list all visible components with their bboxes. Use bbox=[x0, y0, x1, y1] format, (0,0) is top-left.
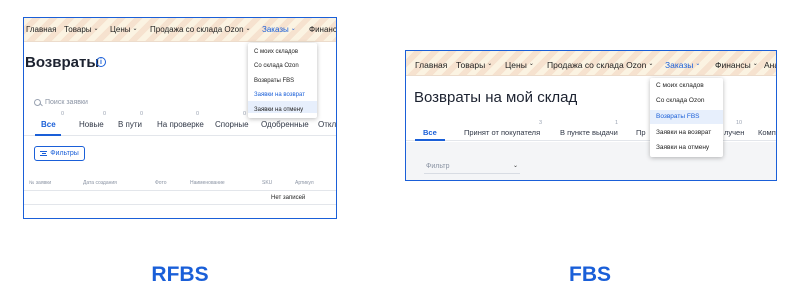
search-input[interactable]: Поиск заявки bbox=[34, 95, 174, 109]
table-header: № заявки Дата создания Фото Наименование… bbox=[24, 178, 336, 191]
caption-rfbs: RFBS bbox=[151, 263, 209, 286]
nav-prices[interactable]: Цены ⌄ bbox=[505, 60, 534, 70]
nav-label: Финансы bbox=[715, 60, 751, 70]
nav-label: Товары bbox=[456, 60, 486, 70]
nav-orders[interactable]: Заказы ⌄ bbox=[665, 60, 700, 70]
tab-accepted-from-buyer[interactable]: Принят от покупателя bbox=[464, 128, 540, 137]
empty-state-text: Нет записей bbox=[271, 195, 306, 201]
chevron-down-icon: ⌄ bbox=[512, 162, 518, 169]
tab-approved[interactable]: Одобренные bbox=[261, 120, 309, 129]
tab-count: 3 bbox=[539, 120, 543, 126]
nav-ozon-warehouse[interactable]: Продажа со склада Ozon ⌄ bbox=[150, 25, 251, 34]
tab-count: 0 bbox=[243, 111, 247, 117]
tab-disputed[interactable]: Спорные bbox=[215, 120, 249, 129]
nav-label: Цены bbox=[110, 25, 131, 34]
active-tab-indicator bbox=[35, 134, 61, 136]
nav-label: Цены bbox=[505, 60, 527, 70]
filter-label: Фильтр bbox=[426, 163, 450, 170]
caption-fbs: FBS bbox=[569, 263, 611, 286]
menu-item-fbs-returns[interactable]: Возвраты FBS bbox=[656, 113, 700, 120]
nav-label: Товары bbox=[64, 25, 92, 34]
tab-count: 0 bbox=[103, 111, 107, 117]
rfbs-screenshot-panel: Главная Товары ⌄ Цены ⌄ Продажа со склада … bbox=[23, 17, 337, 219]
active-tab-indicator bbox=[415, 139, 445, 141]
nav-ozon-warehouse[interactable]: Продажа со склада Ozon ⌄ bbox=[547, 60, 653, 70]
column-header: Артикул bbox=[295, 180, 314, 186]
nav-finance[interactable]: Финансы ⌄ bbox=[715, 60, 758, 70]
menu-item-cancel-requests[interactable]: Заявки на отмену bbox=[254, 107, 303, 113]
orders-dropdown-menu: С моих складов Со склада Ozon Возвраты F… bbox=[650, 78, 723, 157]
chevron-down-icon: ⌄ bbox=[487, 61, 493, 67]
column-header: Фото bbox=[155, 180, 167, 186]
nav-main[interactable]: Главная bbox=[415, 60, 447, 70]
nav-label: Продажа со склада Ozon bbox=[547, 60, 647, 70]
nav-finance[interactable]: Финансы bbox=[309, 25, 336, 34]
nav-label: Главная bbox=[26, 25, 57, 34]
nav-prices[interactable]: Цены ⌄ bbox=[110, 25, 138, 34]
chevron-down-icon: ⌄ bbox=[752, 61, 758, 67]
menu-item-cancel-requests[interactable]: Заявки на отмену bbox=[656, 144, 709, 151]
tab-rejected[interactable]: Откл bbox=[318, 120, 336, 129]
menu-item-my-warehouses[interactable]: С моих складов bbox=[254, 49, 298, 55]
nav-analytics[interactable]: Ана bbox=[764, 60, 776, 70]
tab-received[interactable]: лучен bbox=[724, 128, 744, 137]
chevron-down-icon: ⌄ bbox=[695, 61, 701, 67]
nav-orders[interactable]: Заказы ⌄ bbox=[262, 25, 296, 34]
tab-received-partial[interactable]: Пр bbox=[636, 128, 646, 137]
nav-label: Заказы bbox=[665, 60, 694, 70]
menu-item-ozon-warehouse[interactable]: Со склада Ozon bbox=[254, 63, 299, 69]
column-header: № заявки bbox=[29, 180, 52, 186]
tab-all[interactable]: Все bbox=[423, 128, 437, 137]
search-placeholder: Поиск заявки bbox=[45, 98, 88, 106]
menu-item-fbs-returns[interactable]: Возвраты FBS bbox=[254, 78, 294, 84]
chevron-down-icon: ⌄ bbox=[648, 61, 654, 67]
tab-count: 0 bbox=[140, 111, 144, 117]
column-header: Дата создания bbox=[83, 180, 117, 186]
nav-products[interactable]: Товары ⌄ bbox=[64, 25, 99, 34]
menu-item-return-requests[interactable]: Заявки на возврат bbox=[656, 129, 711, 136]
column-header: Наименование bbox=[190, 180, 225, 186]
chevron-down-icon: ⌄ bbox=[132, 25, 138, 32]
chevron-down-icon: ⌄ bbox=[528, 61, 534, 67]
tab-count: 1 bbox=[615, 120, 619, 126]
info-icon[interactable]: i bbox=[96, 57, 106, 67]
top-navigation: Главная Товары ⌄ Цены ⌄ Продажа со склада … bbox=[406, 51, 776, 76]
nav-label: Продажа со склада Ozon bbox=[150, 25, 244, 34]
filters-label: Фильтры bbox=[50, 150, 79, 157]
column-header: SKU bbox=[262, 180, 273, 186]
chevron-down-icon: ⌄ bbox=[290, 25, 296, 32]
filter-icon bbox=[40, 151, 48, 156]
tab-new[interactable]: Новые bbox=[79, 120, 104, 129]
nav-label: Главная bbox=[415, 60, 448, 70]
filters-button[interactable]: Фильтры bbox=[34, 146, 85, 161]
nav-main[interactable]: Главная bbox=[26, 25, 56, 34]
tab-on-review[interactable]: На проверке bbox=[157, 120, 204, 129]
nav-label: Заказы bbox=[262, 25, 289, 34]
tab-in-transit[interactable]: В пути bbox=[118, 120, 142, 129]
chevron-down-icon: ⌄ bbox=[93, 25, 99, 32]
table-row: Нет записей bbox=[24, 191, 336, 205]
tab-compensated[interactable]: Компен bbox=[758, 128, 776, 137]
tab-all[interactable]: Все bbox=[41, 120, 56, 129]
tab-count: 10 bbox=[736, 120, 743, 126]
nav-label: Финансы bbox=[309, 25, 336, 34]
tab-count: 0 bbox=[196, 111, 200, 117]
page-title: Возвраты bbox=[25, 54, 100, 71]
menu-item-return-requests[interactable]: Заявки на возврат bbox=[254, 92, 305, 98]
search-icon bbox=[34, 98, 41, 106]
menu-item-my-warehouses[interactable]: С моих складов bbox=[656, 82, 704, 89]
orders-dropdown-menu: С моих складов Со склада Ozon Возвраты F… bbox=[248, 43, 317, 118]
nav-label: Ана bbox=[764, 60, 776, 70]
nav-products[interactable]: Товары ⌄ bbox=[456, 60, 492, 70]
top-navigation: Главная Товары ⌄ Цены ⌄ Продажа со склада … bbox=[24, 18, 336, 42]
chevron-down-icon: ⌄ bbox=[245, 25, 251, 32]
tab-count: 0 bbox=[61, 111, 65, 117]
fbs-screenshot-panel: Главная Товары ⌄ Цены ⌄ Продажа со склада … bbox=[405, 50, 777, 181]
filter-select[interactable]: Фильтр ⌄ bbox=[424, 160, 520, 174]
menu-item-ozon-warehouse[interactable]: Со склада Ozon bbox=[656, 97, 704, 104]
tab-at-pickup-point[interactable]: В пункте выдачи bbox=[560, 128, 618, 137]
page-title: Возвраты на мой склад bbox=[414, 89, 578, 106]
